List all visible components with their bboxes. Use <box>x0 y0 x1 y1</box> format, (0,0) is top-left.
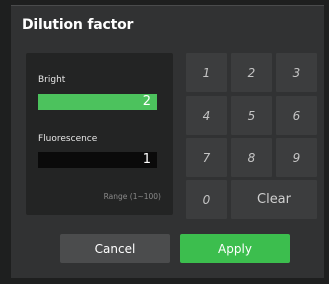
key-1[interactable]: 1 <box>186 53 227 92</box>
dialog-title: Dilution factor <box>22 17 134 33</box>
key-2[interactable]: 2 <box>231 53 272 92</box>
key-5[interactable]: 5 <box>231 96 272 135</box>
key-7[interactable]: 7 <box>186 138 227 177</box>
key-3[interactable]: 3 <box>276 53 317 92</box>
key-8[interactable]: 8 <box>231 138 272 177</box>
key-0[interactable]: 0 <box>186 180 227 219</box>
key-4[interactable]: 4 <box>186 96 227 135</box>
key-9[interactable]: 9 <box>276 138 317 177</box>
cancel-button[interactable]: Cancel <box>60 234 170 263</box>
range-hint: Range (1~100) <box>103 192 161 201</box>
bright-value-field[interactable]: 2 <box>38 94 157 110</box>
apply-button[interactable]: Apply <box>180 234 290 263</box>
bright-label: Bright <box>38 75 66 85</box>
dilution-factor-dialog: Dilution factor Bright 2 Fluorescence 1 … <box>11 5 324 278</box>
fluorescence-label: Fluorescence <box>38 134 98 144</box>
fluorescence-value-field[interactable]: 1 <box>38 152 157 168</box>
key-6[interactable]: 6 <box>276 96 317 135</box>
clear-button[interactable]: Clear <box>231 180 317 219</box>
values-panel: Bright 2 Fluorescence 1 Range (1~100) <box>26 53 173 215</box>
